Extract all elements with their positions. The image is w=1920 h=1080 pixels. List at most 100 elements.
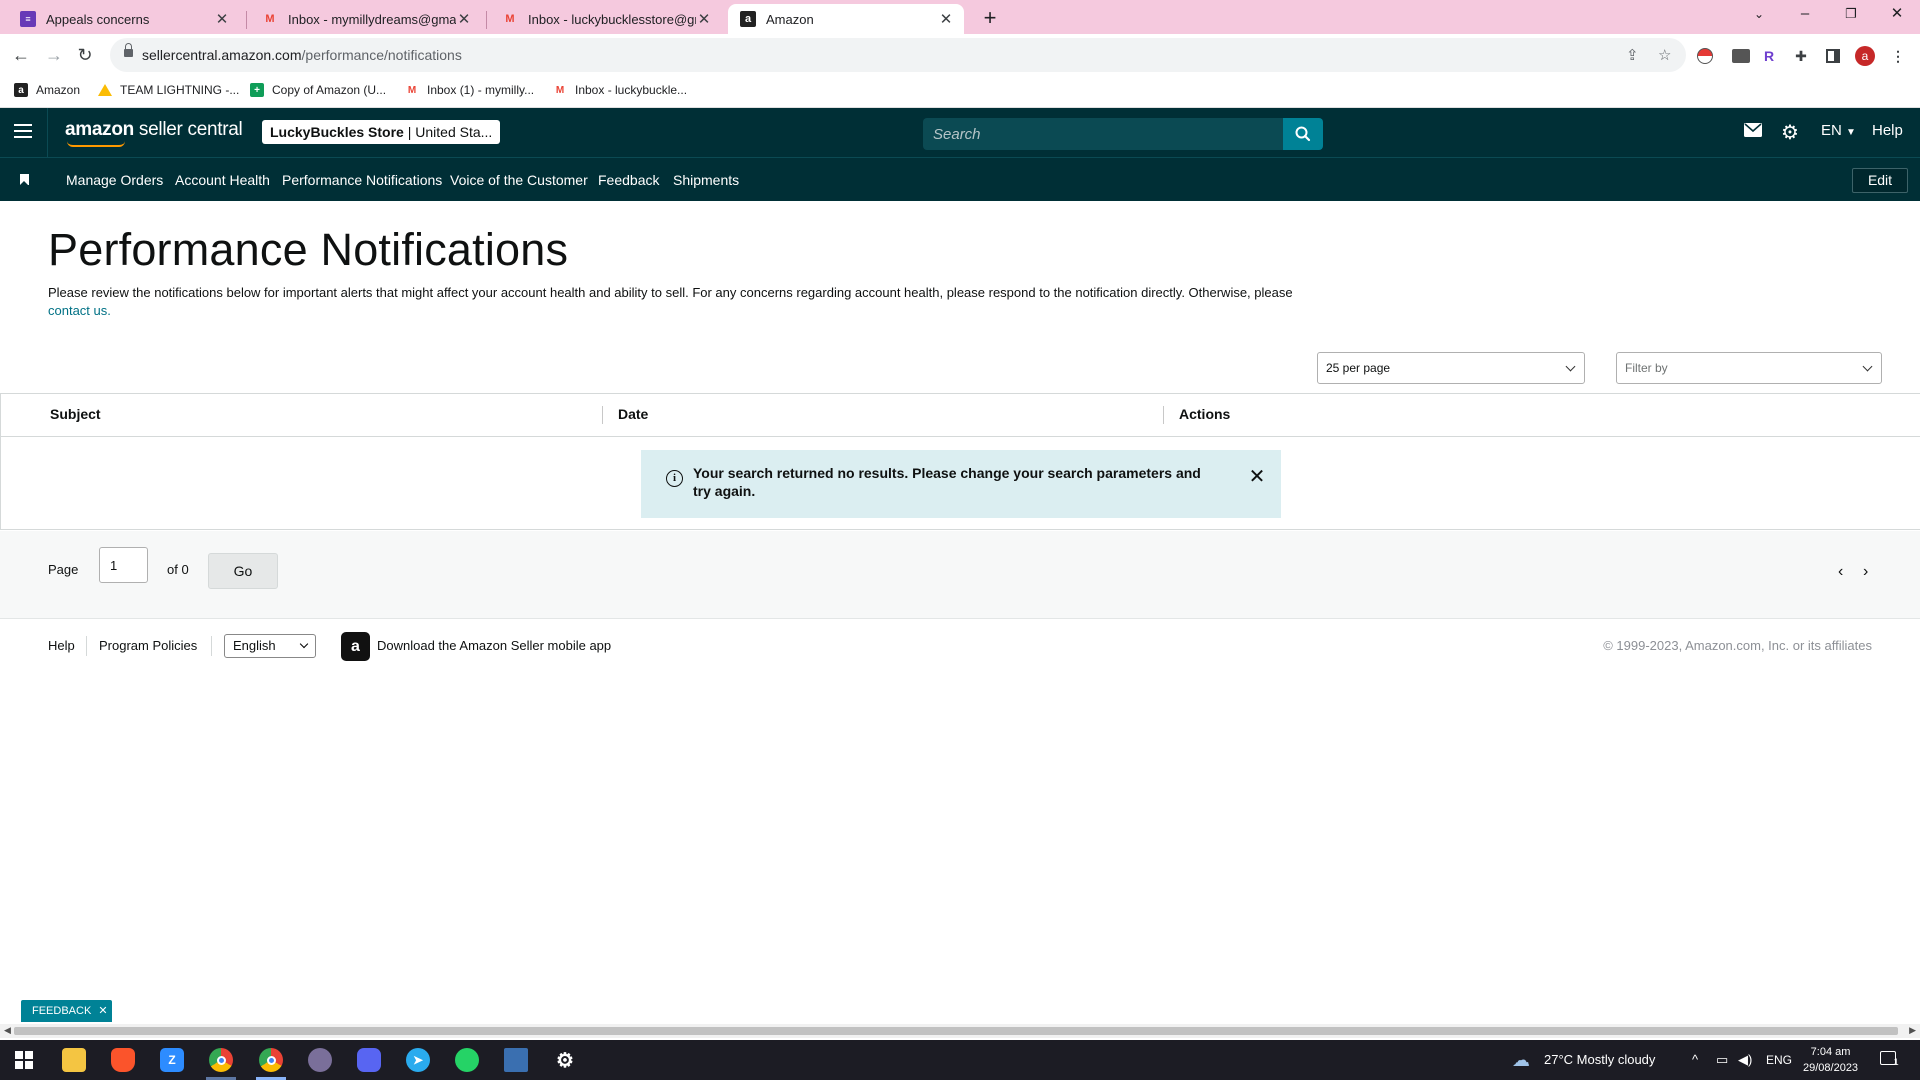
mail-icon[interactable]: [1744, 123, 1762, 141]
bookmark-inbox-mymilly[interactable]: M Inbox (1) - mymilly...: [405, 83, 534, 97]
column-date[interactable]: Date: [618, 406, 648, 422]
filter-by-select[interactable]: Filter by: [1616, 352, 1882, 384]
hamburger-menu-icon[interactable]: [14, 124, 32, 138]
close-tab-icon[interactable]: ✕: [214, 10, 230, 28]
bookmark-team-lightning[interactable]: TEAM LIGHTNING -...: [98, 83, 239, 97]
app-icon[interactable]: [308, 1048, 332, 1072]
tab-amazon[interactable]: a Amazon ✕: [728, 4, 964, 34]
bookmark-copy-of-amazon[interactable]: + Copy of Amazon (U...: [250, 83, 386, 97]
nav-account-health[interactable]: Account Health: [175, 172, 270, 188]
contact-us-link[interactable]: contact us.: [48, 303, 111, 318]
column-divider: [1163, 406, 1164, 424]
chrome-profile-icon[interactable]: [259, 1048, 283, 1072]
nav-voice-of-the-customer[interactable]: Voice of the Customer: [450, 172, 588, 188]
r-extension-icon[interactable]: R: [1759, 46, 1779, 66]
settings-gear-icon[interactable]: ⚙: [1781, 120, 1799, 145]
edit-nav-button[interactable]: Edit: [1852, 168, 1908, 193]
footer-help-link[interactable]: Help: [48, 638, 75, 653]
weather-text[interactable]: 27°C Mostly cloudy: [1544, 1052, 1655, 1067]
search-button[interactable]: [1283, 118, 1323, 150]
bookmark-amazon[interactable]: a Amazon: [14, 83, 80, 97]
profile-avatar[interactable]: a: [1855, 46, 1875, 66]
coupon-extension-icon[interactable]: [1731, 46, 1751, 66]
show-hidden-icons-icon[interactable]: ^: [1692, 1052, 1698, 1067]
column-actions[interactable]: Actions: [1179, 406, 1230, 422]
tab-inbox-luckybuckles[interactable]: M Inbox - luckybucklesstore@gmail.com ✕: [490, 4, 722, 34]
back-arrow-icon[interactable]: ←: [8, 42, 34, 68]
whatsapp-icon[interactable]: [455, 1048, 479, 1072]
clock-time: 7:04 am: [1810, 1046, 1851, 1058]
network-icon[interactable]: ▭: [1716, 1052, 1728, 1068]
reload-icon[interactable]: ↻: [72, 42, 98, 68]
download-app-link[interactable]: Download the Amazon Seller mobile app: [377, 638, 611, 653]
url-path: /performance/notifications: [301, 47, 462, 63]
bookmark-inbox-luckybuckle[interactable]: M Inbox - luckybuckle...: [553, 83, 687, 97]
file-explorer-icon[interactable]: [62, 1048, 86, 1072]
notification-center-icon[interactable]: 1: [1880, 1051, 1899, 1068]
bookmark-icon[interactable]: [20, 174, 29, 185]
search-input[interactable]: [923, 118, 1283, 150]
settings-gear-icon[interactable]: ⚙: [553, 1048, 577, 1072]
scroll-right-arrow-icon[interactable]: ▶: [1909, 1025, 1916, 1036]
help-link[interactable]: Help: [1872, 122, 1903, 139]
chrome-icon[interactable]: [209, 1048, 233, 1072]
share-icon[interactable]: ⇪: [1626, 46, 1639, 64]
discord-icon[interactable]: [357, 1048, 381, 1072]
go-button[interactable]: Go: [208, 553, 278, 589]
footer-language-select[interactable]: English: [224, 634, 316, 658]
store-switcher[interactable]: LuckyBuckles Store | United Sta...: [262, 120, 501, 144]
close-tab-icon[interactable]: ✕: [696, 10, 712, 28]
side-panel-icon[interactable]: [1823, 46, 1843, 66]
column-subject[interactable]: Subject: [50, 406, 101, 422]
puzzle-extensions-icon[interactable]: ✚: [1791, 46, 1811, 66]
nav-feedback[interactable]: Feedback: [598, 172, 659, 188]
chevron-left-icon[interactable]: ‹: [1838, 563, 1843, 581]
brave-browser-icon[interactable]: [111, 1048, 135, 1072]
tab-search-icon[interactable]: ⌄: [1736, 0, 1782, 30]
clock[interactable]: 7:04 am 29/08/2023: [1803, 1044, 1858, 1076]
forward-arrow-icon[interactable]: →: [41, 42, 67, 68]
language-code: EN: [1821, 122, 1842, 139]
browser-toolbar: ← → ↻ sellercentral.amazon.com/performan…: [0, 34, 1920, 76]
restore-icon[interactable]: ❐: [1828, 0, 1874, 30]
close-window-icon[interactable]: ✕: [1874, 0, 1920, 30]
url-text[interactable]: sellercentral.amazon.com/performance/not…: [142, 47, 462, 63]
footer-language-value: English: [233, 638, 276, 653]
close-icon[interactable]: ✕: [98, 1005, 107, 1017]
close-tab-icon[interactable]: ✕: [938, 10, 954, 28]
seller-central-logo[interactable]: amazon seller central: [65, 119, 243, 147]
bookmark-star-icon[interactable]: ☆: [1658, 46, 1671, 64]
zoom-icon[interactable]: Z: [160, 1048, 184, 1072]
volume-icon[interactable]: ◀): [1738, 1052, 1752, 1068]
telegram-icon[interactable]: ➤: [406, 1048, 430, 1072]
close-tab-icon[interactable]: ✕: [456, 10, 472, 28]
nav-manage-orders[interactable]: Manage Orders: [66, 172, 163, 188]
scrollbar-thumb[interactable]: [14, 1027, 1898, 1035]
tab-divider: [246, 11, 247, 29]
more-menu-icon[interactable]: ⋮: [1888, 46, 1908, 66]
page-number-input[interactable]: [99, 547, 148, 583]
scroll-left-arrow-icon[interactable]: ◀: [4, 1025, 11, 1036]
gmail-icon: M: [265, 13, 275, 25]
weather-cloud-icon[interactable]: ☁: [1512, 1050, 1530, 1071]
pokeball-extension-icon[interactable]: [1695, 46, 1715, 66]
language-selector[interactable]: EN ▼: [1821, 122, 1856, 139]
windows-start-icon[interactable]: [12, 1048, 36, 1072]
notifications-table: Subject Date Actions i Your search retur…: [0, 393, 1920, 530]
tab-title: Amazon: [766, 11, 814, 27]
per-page-select[interactable]: 25 per page: [1317, 352, 1585, 384]
new-tab-button[interactable]: +: [977, 6, 1003, 32]
chevron-right-icon[interactable]: ›: [1863, 563, 1868, 581]
minimize-icon[interactable]: –: [1782, 0, 1828, 30]
program-policies-link[interactable]: Program Policies: [99, 638, 197, 653]
close-icon[interactable]: ✕: [1248, 467, 1266, 487]
calculator-icon[interactable]: [504, 1048, 528, 1072]
input-language[interactable]: ENG: [1766, 1053, 1792, 1067]
tab-appeals-concerns[interactable]: ≡ Appeals concerns ✕: [8, 4, 240, 34]
feedback-tab[interactable]: FEEDBACK ✕: [21, 1000, 112, 1022]
tab-inbox-mymillydreams[interactable]: M Inbox - mymillydreams@gmail.com ✕: [250, 4, 482, 34]
horizontal-scrollbar[interactable]: ◀ ▶: [0, 1024, 1920, 1038]
nav-performance-notifications[interactable]: Performance Notifications: [282, 172, 442, 188]
nav-shipments[interactable]: Shipments: [673, 172, 739, 188]
address-bar[interactable]: sellercentral.amazon.com/performance/not…: [110, 38, 1686, 72]
